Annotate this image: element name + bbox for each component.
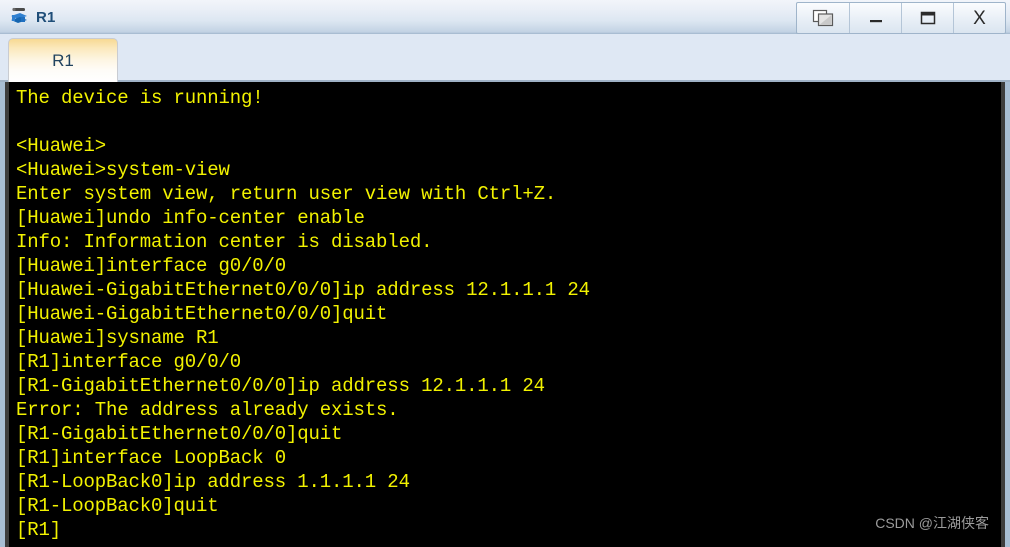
router-cli-window: R1 X R1 The device is running! <Huawei> … (0, 0, 1010, 547)
terminal-line: [Huawei]sysname R1 (16, 327, 219, 349)
terminal-line: Enter system view, return user view with… (16, 183, 557, 205)
terminal-line: The device is running! (16, 87, 264, 109)
terminal-line: [Huawei-GigabitEthernet0/0/0]quit (16, 303, 388, 325)
window-title: R1 (36, 8, 56, 26)
terminal-line: <Huawei>system-view (16, 159, 230, 181)
terminal-line: Info: Information center is disabled. (16, 231, 433, 253)
router-icon (11, 7, 27, 23)
terminal-line: [Huawei]interface g0/0/0 (16, 255, 287, 277)
terminal-line: [R1-LoopBack0]ip address 1.1.1.1 24 (16, 471, 410, 493)
maximize-button[interactable] (901, 3, 953, 33)
terminal-line: Error: The address already exists. (16, 399, 399, 421)
terminal-line: [R1]interface LoopBack 0 (16, 447, 287, 469)
terminal-frame: The device is running! <Huawei> <Huawei>sy… (0, 82, 1010, 547)
close-icon: X (973, 7, 986, 29)
tab-strip: R1 (0, 34, 1010, 82)
terminal-line: [R1-LoopBack0]quit (16, 495, 219, 517)
minimize-button[interactable] (849, 3, 901, 33)
cascade-windows-icon (812, 9, 834, 27)
tab-r1-label: R1 (52, 50, 74, 70)
terminal-output[interactable]: The device is running! <Huawei> <Huawei>sy… (9, 82, 1001, 547)
terminal-line: [R1-GigabitEthernet0/0/0]quit (16, 423, 343, 445)
maximize-icon (920, 11, 935, 25)
tab-r1[interactable]: R1 (8, 38, 118, 82)
minimize-icon (869, 20, 882, 23)
terminal-line: [Huawei-GigabitEthernet0/0/0]ip address … (16, 279, 590, 301)
cascade-windows-button[interactable] (797, 3, 849, 33)
terminal-right-gutter (1001, 82, 1005, 547)
terminal-line: [Huawei]undo info-center enable (16, 207, 365, 229)
close-button[interactable]: X (953, 3, 1005, 33)
terminal-line: [R1-GigabitEthernet0/0/0]ip address 12.1… (16, 375, 545, 397)
title-bar: R1 X (0, 0, 1010, 34)
terminal-line: [R1] (16, 519, 62, 541)
window-controls: X (796, 2, 1006, 34)
title-bar-identity: R1 (8, 0, 56, 34)
terminal-line: <Huawei> (16, 135, 107, 157)
terminal-line: [R1]interface g0/0/0 (16, 351, 242, 373)
